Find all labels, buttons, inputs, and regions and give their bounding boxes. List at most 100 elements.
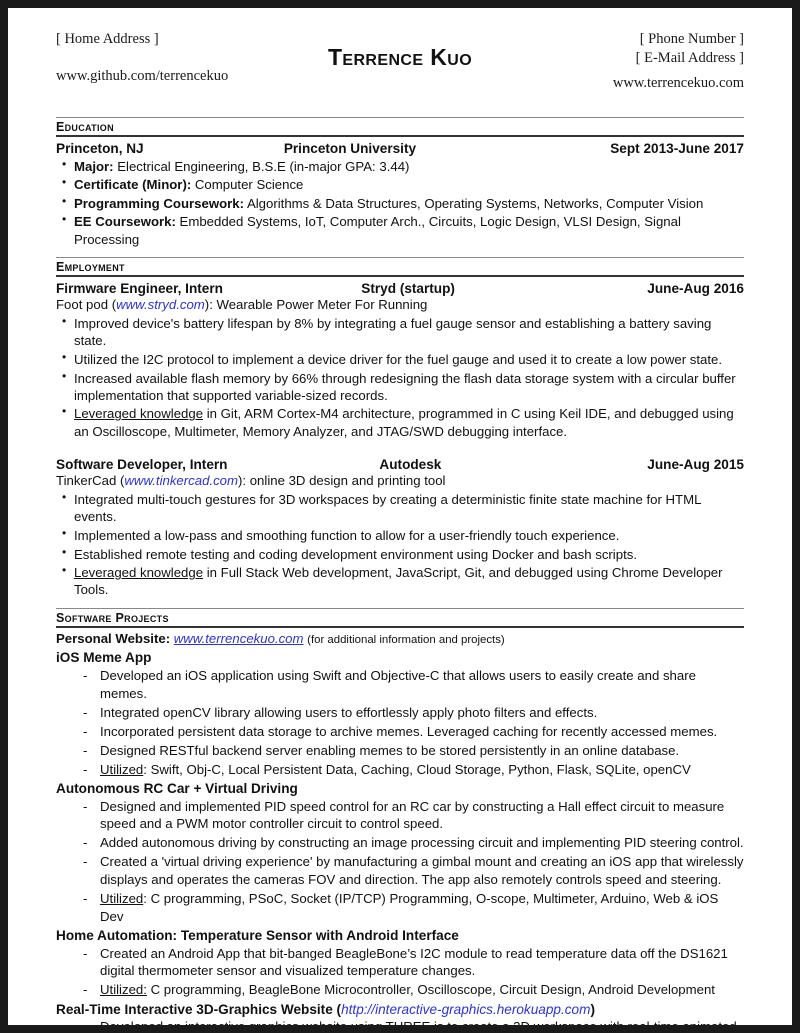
- bullet-text: Created a 'virtual driving experience' b…: [100, 854, 744, 887]
- section-header-employment: Employment: [56, 256, 744, 277]
- bullet-text: Established remote testing and coding de…: [74, 546, 637, 562]
- list-item: Major: Electrical Engineering, B.S.E (in…: [56, 156, 744, 175]
- bullet-text: Developed an interactive graphics websit…: [100, 1019, 737, 1025]
- project-title-3d-graphics: Real-Time Interactive 3D-Graphics Websit…: [56, 1002, 744, 1017]
- personal-website-link[interactable]: www.terrencekuo.com: [174, 631, 304, 646]
- job-dates: June-Aug 2015: [647, 456, 744, 472]
- bullet-text: C programming, BeagleBone Microcontrolle…: [146, 982, 715, 998]
- bullet-text: Designed RESTful backend server enabling…: [100, 742, 680, 758]
- section-header-education: Education: [56, 117, 744, 137]
- bullet-text: Algorithms & Data Structures, Operating …: [244, 195, 704, 211]
- employment-entry-autodesk: Software Developer, Intern Autodesk June…: [56, 457, 744, 599]
- job-company: Stryd (startup): [361, 280, 455, 296]
- bullet-text: Utilized the I2C protocol to implement a…: [74, 351, 723, 367]
- job-headline: Software Developer, Intern Autodesk June…: [56, 457, 744, 472]
- list-item: Utilized: Swift, Obj-C, Local Persistent…: [56, 761, 744, 779]
- list-item: Programming Coursework: Algorithms & Dat…: [56, 194, 744, 212]
- personal-website-line: Personal Website: www.terrencekuo.com (f…: [56, 631, 744, 648]
- bullet-text: : C programming, PSoC, Socket (IP/TCP) P…: [100, 891, 719, 924]
- bullet-text: Computer Science: [191, 177, 304, 193]
- section-header-software-projects: Software Projects: [56, 607, 744, 628]
- project-title-rc-car: Autonomous RC Car + Virtual Driving: [56, 781, 298, 797]
- bullet-text: Implemented a low-pass and smoothing fun…: [74, 527, 620, 543]
- resume-header: [ Home Address ] www.github.com/terrence…: [56, 30, 744, 108]
- list-item: Implemented a low-pass and smoothing fun…: [56, 526, 744, 544]
- company-link[interactable]: www.tinkercad.com: [124, 473, 238, 488]
- list-item: EE Coursework: Embedded Systems, IoT, Co…: [56, 212, 744, 247]
- list-item: Utilized: C programming, PSoC, Socket (I…: [56, 890, 744, 925]
- education-bullets: Major: Electrical Engineering, B.S.E (in…: [56, 156, 744, 248]
- bullet-emphasis: Utilized: [100, 761, 144, 777]
- list-item: Utilized: C programming, BeagleBone Micr…: [56, 981, 744, 999]
- project-bullets-3d-graphics: Developed an interactive graphics websit…: [56, 1018, 744, 1025]
- job-bullets: Integrated multi-touch gestures for 3D w…: [56, 490, 744, 598]
- project-title-home-automation: Home Automation: Temperature Sensor with…: [56, 928, 459, 944]
- list-item: Created an Android App that bit-banged B…: [56, 945, 744, 980]
- desc-prefix: TinkerCad (: [56, 472, 125, 488]
- desc-suffix: ): online 3D design and printing tool: [238, 472, 446, 488]
- bullet-text: Designed and implemented PID speed contr…: [100, 798, 725, 832]
- personal-website-url[interactable]: www.terrencekuo.com: [613, 74, 744, 93]
- personal-website-note: (for additional information and projects…: [307, 633, 505, 646]
- bullet-text: Increased available flash memory by 66% …: [74, 370, 736, 403]
- project-title-text: Real-Time Interactive 3D-Graphics Websit…: [56, 1001, 333, 1017]
- personal-website-label: Personal Website:: [56, 630, 171, 646]
- bullet-text: Electrical Engineering, B.S.E (in-major …: [113, 158, 410, 174]
- list-item: Added autonomous driving by constructing…: [56, 834, 744, 852]
- list-item: Developed an iOS application using Swift…: [56, 667, 744, 702]
- list-item: Developed an interactive graphics websit…: [56, 1018, 744, 1025]
- job-company: Autodesk: [379, 456, 442, 472]
- bullet-text: Integrated openCV library allowing users…: [100, 704, 598, 720]
- job-dates: June-Aug 2016: [647, 280, 744, 296]
- list-item: Established remote testing and coding de…: [56, 545, 744, 563]
- bullet-emphasis: Utilized: [100, 891, 144, 906]
- list-item: Increased available flash memory by 66% …: [56, 369, 744, 404]
- project-link-wrap: (http://interactive-graphics.herokuapp.c…: [336, 1001, 595, 1017]
- desc-prefix: Foot pod (: [56, 296, 117, 312]
- project-bullets-rc-car: Designed and implemented PID speed contr…: [56, 798, 744, 925]
- bullet-emphasis: Utilized:: [100, 982, 147, 998]
- bullet-label: Major:: [74, 158, 114, 174]
- list-item: Integrated multi-touch gestures for 3D w…: [56, 490, 744, 525]
- employment-entry-stryd: Firmware Engineer, Intern Stryd (startup…: [56, 281, 744, 440]
- bullet-text: Incorporated persistent data storage to …: [100, 723, 718, 739]
- desc-suffix: ): Wearable Power Meter For Running: [204, 296, 428, 312]
- project-bullets-home-automation: Created an Android App that bit-banged B…: [56, 945, 744, 999]
- company-link[interactable]: www.stryd.com: [116, 297, 205, 312]
- list-item: Leveraged knowledge in Git, ARM Cortex-M…: [56, 404, 744, 439]
- bullet-emphasis: Leveraged knowledge: [74, 406, 204, 422]
- list-item: Incorporated persistent data storage to …: [56, 723, 744, 741]
- phone-number: [ Phone Number ]: [639, 31, 744, 47]
- job-title: Software Developer, Intern: [56, 456, 228, 472]
- bullet-text: Created an Android App that bit-banged B…: [100, 945, 728, 979]
- education-dates: Sept 2013-June 2017: [610, 141, 744, 156]
- job-description: Foot pod (www.stryd.com): Wearable Power…: [56, 297, 744, 314]
- header-right-contact: [ Phone Number ] [ E-Mail Address ] www.…: [613, 30, 744, 93]
- project-link[interactable]: http://interactive-graphics.herokuapp.co…: [341, 1002, 590, 1017]
- list-item: Certificate (Minor): Computer Science: [56, 175, 744, 193]
- list-item: Utilized the I2C protocol to implement a…: [56, 350, 744, 368]
- job-description: TinkerCad (www.tinkercad.com): online 3D…: [56, 473, 744, 490]
- bullet-text: Integrated multi-touch gestures for 3D w…: [74, 492, 701, 525]
- bullet-text: Improved device's battery lifespan by 8%…: [74, 316, 712, 349]
- email-address: [ E-Mail Address ]: [635, 50, 744, 67]
- education-school: Princeton University: [283, 141, 417, 156]
- job-title: Firmware Engineer, Intern: [56, 280, 223, 296]
- job-bullets: Improved device's battery lifespan by 8%…: [56, 314, 744, 440]
- list-item: Designed and implemented PID speed contr…: [56, 798, 744, 833]
- bullet-label: EE Coursework:: [74, 214, 176, 230]
- project-title-ios-meme-app: iOS Meme App: [56, 650, 152, 666]
- bullet-emphasis: Leveraged knowledge: [74, 565, 204, 581]
- bullet-text: Added autonomous driving by constructing…: [100, 835, 744, 851]
- list-item: Created a 'virtual driving experience' b…: [56, 853, 744, 888]
- project-bullets-ios-meme-app: Developed an iOS application using Swift…: [56, 667, 744, 778]
- list-item: Leveraged knowledge in Full Stack Web de…: [56, 563, 744, 598]
- job-headline: Firmware Engineer, Intern Stryd (startup…: [56, 281, 744, 296]
- resume-page: [ Home Address ] www.github.com/terrence…: [8, 8, 792, 1025]
- bullet-label: Programming Coursework:: [74, 195, 245, 211]
- education-location: Princeton, NJ: [56, 141, 144, 156]
- list-item: Improved device's battery lifespan by 8%…: [56, 314, 744, 349]
- bullet-label: Certificate (Minor):: [74, 177, 192, 193]
- list-item: Integrated openCV library allowing users…: [56, 704, 744, 722]
